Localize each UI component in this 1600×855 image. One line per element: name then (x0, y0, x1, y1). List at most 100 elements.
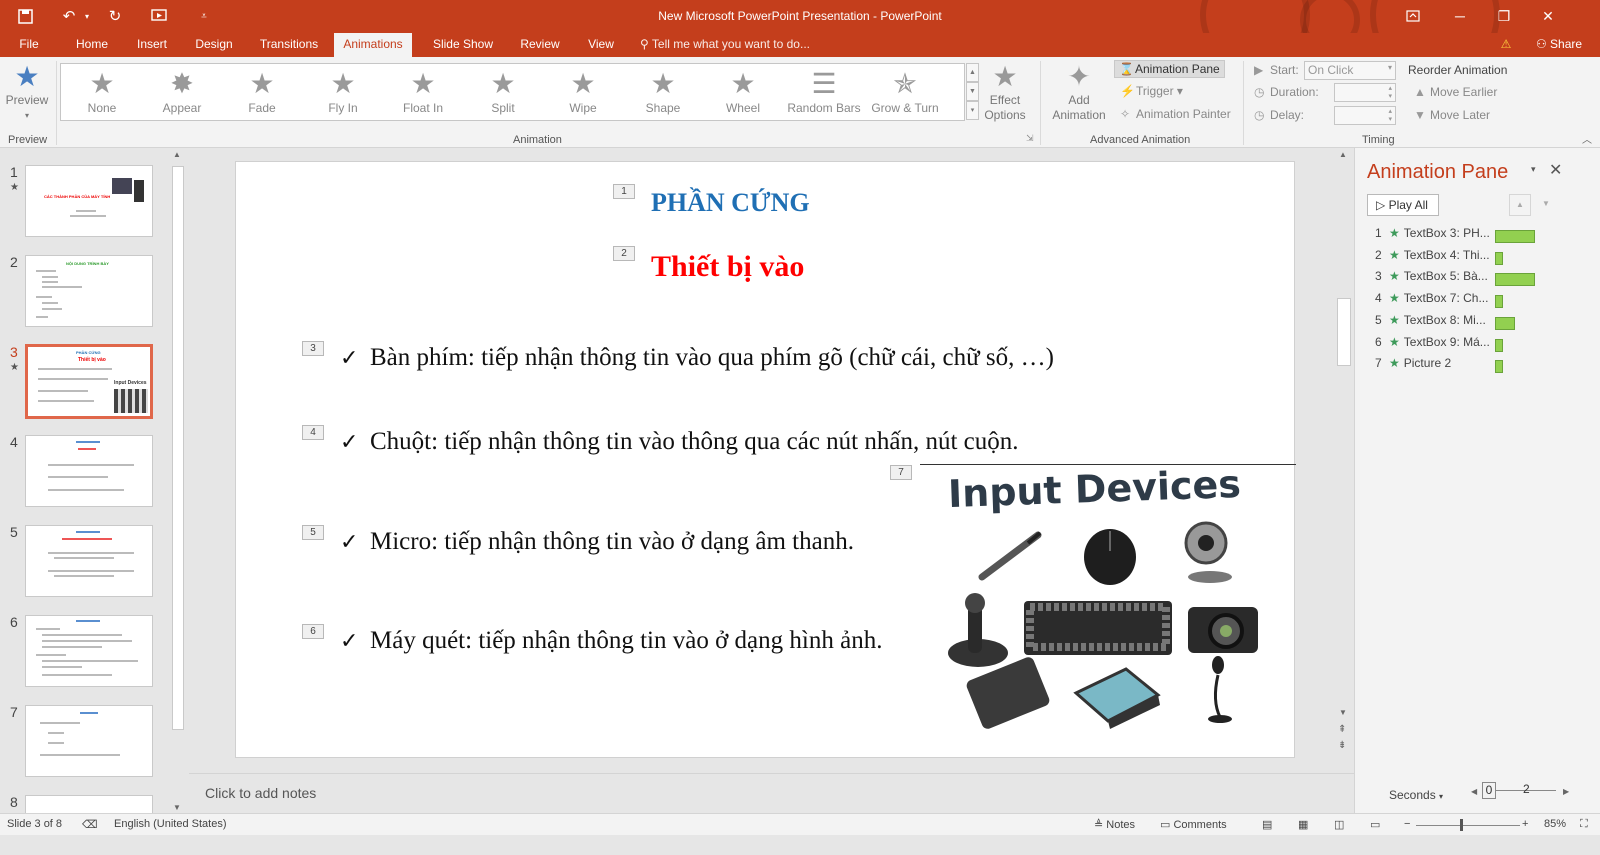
bullet-mouse[interactable]: ✓ Chuột: tiếp nhận thông tin vào thông qu… (340, 428, 1019, 456)
effect-shape[interactable]: ★ Shape (622, 64, 704, 122)
seconds-dropdown[interactable]: Seconds ▾ (1389, 788, 1443, 802)
animation-item[interactable]: 3 ★ TextBox 5: Bà... (1375, 269, 1535, 289)
spellcheck-icon[interactable]: ⌫ (82, 818, 98, 831)
close-window-icon[interactable]: ✕ (1528, 4, 1568, 28)
animation-timing-bar[interactable] (1495, 295, 1503, 309)
slide-thumbnail-7[interactable] (25, 705, 153, 777)
tab-file[interactable]: File (10, 33, 48, 57)
comments-toggle[interactable]: ▭ Comments (1160, 818, 1227, 831)
move-up-icon[interactable]: ▲ (1509, 194, 1531, 216)
redo-icon[interactable]: ↻ (104, 6, 126, 26)
add-animation-button[interactable]: ✦ Add Animation (1044, 61, 1114, 123)
next-slide-icon[interactable]: ⇟ (1338, 740, 1346, 751)
slide-thumbnail-1[interactable]: CÁC THÀNH PHẦN CỦA MÁY TÍNH (25, 165, 153, 237)
tab-insert[interactable]: Insert (126, 33, 178, 57)
effect-random-bars[interactable]: ☰ Random Bars (783, 64, 865, 122)
animation-timing-bar[interactable] (1495, 338, 1503, 352)
bullet-scanner[interactable]: ✓ Máy quét: tiếp nhận thông tin vào ở dạn… (340, 627, 882, 655)
close-pane-icon[interactable]: ✕ (1549, 160, 1562, 180)
undo-dropdown-icon[interactable]: ▾ (82, 6, 92, 26)
timeline-right-icon[interactable]: ▶ (1563, 787, 1569, 796)
effect-appear[interactable]: ✸ Appear (141, 64, 223, 122)
tell-me-box[interactable]: ⚲ Tell me what you want to do... (640, 33, 830, 57)
customize-qat-icon[interactable]: ⩡ (196, 6, 212, 26)
bullet-micro[interactable]: ✓ Micro: tiếp nhận thông tin vào ở dạng â… (340, 528, 854, 556)
duration-input[interactable]: ▴ ▾ (1334, 83, 1396, 102)
notes-placeholder[interactable]: Click to add notes (205, 785, 316, 801)
scroll-up-icon[interactable]: ▲ (173, 150, 181, 159)
animation-item[interactable]: 7 ★ Picture 2 (1375, 356, 1503, 376)
slide-scrollbar[interactable]: ▲ ▼ ⇞ ⇟ (1335, 148, 1353, 773)
start-select[interactable]: On Click ▾ (1304, 61, 1396, 80)
animation-timing-bar[interactable] (1495, 273, 1535, 287)
move-later-button[interactable]: ▼ Move Later (1414, 108, 1490, 122)
warning-icon[interactable]: ⚠ (1496, 33, 1516, 57)
animation-timing-bar[interactable] (1495, 251, 1503, 265)
animation-tag[interactable]: 3 (302, 341, 324, 356)
scroll-down-icon[interactable]: ▼ (173, 803, 181, 812)
slide-title[interactable]: PHẦN CỨNG (651, 188, 810, 218)
tab-design[interactable]: Design (184, 33, 244, 57)
animation-item[interactable]: 6 ★ TextBox 9: Má... (1375, 335, 1503, 355)
animation-timing-bar[interactable] (1495, 360, 1503, 374)
animation-tag[interactable]: 2 (613, 246, 635, 261)
animation-tag[interactable]: 6 (302, 624, 324, 639)
slide-thumbnail-3[interactable]: PHẦN CỨNG Thiết bị vào Input Devices (25, 344, 153, 419)
scroll-up-icon[interactable]: ▲ (1339, 150, 1347, 159)
tab-transitions[interactable]: Transitions (250, 33, 328, 57)
start-from-beginning-icon[interactable] (148, 6, 172, 26)
gallery-more-icon[interactable]: ▾ (966, 101, 979, 120)
animation-painter-button[interactable]: ✧ Animation Painter (1120, 107, 1231, 121)
gallery-scroll-down-icon[interactable]: ▼ (966, 82, 979, 101)
collapse-ribbon-icon[interactable]: ︿ (1582, 131, 1592, 146)
thumbnail-scrollbar[interactable]: ▲ ▼ (171, 150, 185, 812)
zoom-in-icon[interactable]: + (1522, 818, 1528, 830)
move-down-icon[interactable]: ▼ (1535, 194, 1557, 216)
language-indicator[interactable]: English (United States) (114, 818, 227, 830)
slide-canvas[interactable]: 1 PHẦN CỨNG 2 Thiết bị vào 3 ✓ Bàn phím: … (235, 161, 1296, 758)
save-icon[interactable] (14, 6, 36, 26)
slide-thumbnail-4[interactable] (25, 435, 153, 507)
normal-view-icon[interactable]: ▤ (1262, 818, 1272, 831)
ribbon-display-options-icon[interactable] (1393, 4, 1433, 28)
restore-icon[interactable]: ❐ (1484, 4, 1524, 28)
dialog-launcher-icon[interactable]: ⇲ (1026, 133, 1034, 144)
tab-home[interactable]: Home (66, 33, 118, 57)
scroll-thumb[interactable] (172, 166, 184, 730)
animation-item[interactable]: 1 ★ TextBox 3: PH... (1375, 226, 1535, 246)
tab-animations[interactable]: Animations (334, 33, 412, 57)
animation-tag[interactable]: 5 (302, 525, 324, 540)
input-devices-picture[interactable]: Input Devices (920, 462, 1296, 746)
animation-timing-bar[interactable] (1495, 230, 1535, 243)
reading-view-icon[interactable]: ◫ (1334, 818, 1344, 831)
undo-icon[interactable]: ↶ (58, 6, 80, 26)
animation-tag[interactable]: 4 (302, 425, 324, 440)
slideshow-icon[interactable]: ▭ (1370, 818, 1380, 831)
zoom-slider[interactable] (1416, 825, 1520, 826)
preview-button[interactable]: ★ Preview ▾ (4, 61, 50, 123)
effect-wipe[interactable]: ★ Wipe (542, 64, 624, 122)
zoom-level[interactable]: 85% (1544, 818, 1566, 830)
minimize-icon[interactable]: ─ (1440, 4, 1480, 28)
play-all-button[interactable]: ▷ Play All (1367, 194, 1439, 216)
effect-fade[interactable]: ★ Fade (221, 64, 303, 122)
slide-thumbnail-5[interactable] (25, 525, 153, 597)
scroll-down-icon[interactable]: ▼ (1339, 708, 1347, 717)
effect-options-button[interactable]: ★ Effect Options (984, 61, 1026, 123)
tab-review[interactable]: Review (510, 33, 570, 57)
slide-subtitle[interactable]: Thiết bị vào (651, 250, 804, 284)
scroll-thumb[interactable] (1337, 298, 1351, 366)
effect-float-in[interactable]: ★ Float In (382, 64, 464, 122)
tab-slide-show[interactable]: Slide Show (424, 33, 502, 57)
pane-options-icon[interactable]: ▾ (1531, 164, 1536, 175)
gallery-scroll-up-icon[interactable]: ▲ (966, 63, 979, 82)
animation-item[interactable]: 4 ★ TextBox 7: Ch... (1375, 291, 1503, 311)
move-earlier-button[interactable]: ▲ Move Earlier (1414, 85, 1497, 99)
animation-item[interactable]: 5 ★ TextBox 8: Mi... (1375, 313, 1515, 333)
animation-timing-bar[interactable] (1495, 316, 1515, 330)
slide-thumbnail-6[interactable] (25, 615, 153, 687)
trigger-button[interactable]: ⚡Trigger ▾ (1120, 84, 1183, 98)
animation-tag[interactable]: 1 (613, 184, 635, 199)
animation-pane-button[interactable]: ⌛Animation Pane (1114, 60, 1225, 78)
effect-split[interactable]: ★ Split (462, 64, 544, 122)
